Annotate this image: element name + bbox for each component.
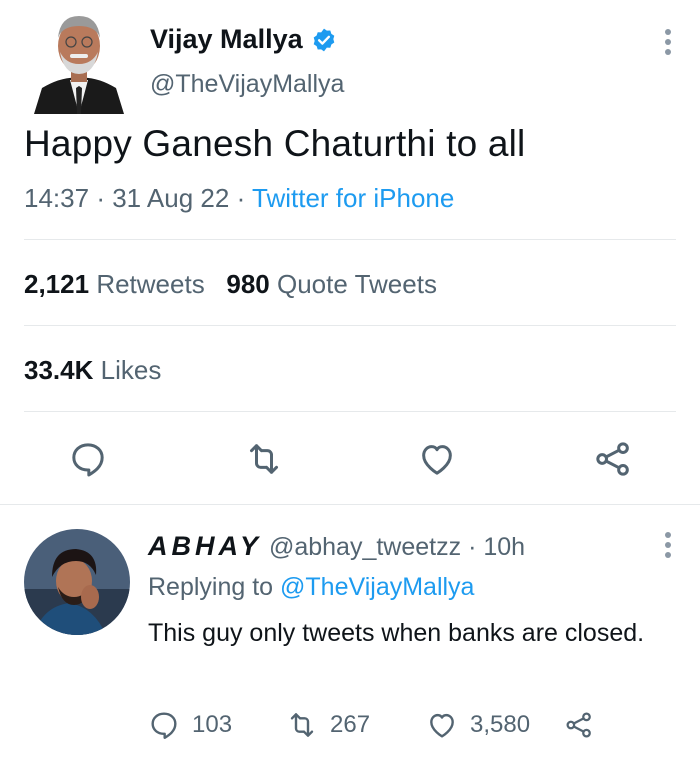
retweet-stats: 2,121 Retweets 980 Quote Tweets — [24, 269, 437, 300]
more-options-icon[interactable] — [664, 531, 672, 559]
tweet-time[interactable]: 14:37 — [24, 183, 89, 213]
author-avatar[interactable] — [32, 8, 126, 114]
quote-tweets-link[interactable]: 980 Quote Tweets — [226, 269, 437, 299]
likes-count: 33.4K — [24, 355, 94, 385]
reply-icon — [151, 712, 177, 739]
likes-label: Likes — [100, 355, 162, 385]
reply-count: 103 — [192, 711, 233, 738]
divider — [24, 239, 676, 240]
retweets-count: 2,121 — [24, 269, 90, 299]
tweet-date[interactable]: 31 Aug 22 — [112, 183, 229, 213]
retweets-link[interactable]: 2,121 Retweets — [24, 269, 205, 299]
reply-age[interactable]: 10h — [483, 533, 525, 561]
retweet-button[interactable] — [243, 438, 285, 480]
meta-separator: · — [96, 183, 105, 213]
tweet-source-link[interactable]: Twitter for iPhone — [252, 183, 454, 213]
main-tweet: Vijay Mallya @TheVijayMallya Happy Ganes… — [0, 0, 700, 505]
reply-author-name[interactable]: ABHAY — [148, 531, 262, 561]
like-icon — [430, 713, 454, 738]
retweet-count: 267 — [330, 711, 371, 738]
retweets-label: Retweets — [96, 269, 205, 299]
replying-to: Replying to @TheVijayMallya — [148, 573, 474, 602]
quote-label: Quote Tweets — [277, 269, 437, 299]
share-icon — [566, 712, 591, 738]
like-count: 3,580 — [470, 711, 531, 738]
reply-button[interactable] — [67, 438, 109, 480]
tweet-text: Happy Ganesh Chaturthi to all — [24, 123, 526, 164]
replying-to-mention[interactable]: @TheVijayMallya — [280, 573, 474, 601]
meta-separator: · — [236, 183, 246, 213]
author-name[interactable]: Vijay Mallya — [150, 24, 337, 55]
reply-text: This guy only tweets when banks are clos… — [148, 619, 645, 647]
reply-author-handle[interactable]: @abhay_tweetzz — [269, 533, 461, 561]
quote-count: 980 — [226, 269, 270, 299]
more-options-icon[interactable] — [664, 28, 672, 56]
share-icon — [596, 442, 629, 476]
like-icon — [422, 445, 452, 475]
reply-icon — [72, 443, 104, 477]
reply-share-button[interactable] — [564, 707, 594, 743]
reply-actions: 103 267 3,580 — [148, 707, 668, 743]
divider — [24, 411, 676, 412]
retweet-icon — [250, 444, 278, 474]
reply-tweet[interactable]: ABHAY @abhay_tweetzz · 10h Replying to @… — [0, 505, 700, 762]
reply-like-button[interactable]: 3,580 — [426, 707, 530, 743]
reply-separator: · — [468, 533, 477, 561]
retweet-icon — [290, 713, 314, 737]
divider — [24, 325, 676, 326]
share-button[interactable] — [592, 438, 634, 480]
reply-author-avatar[interactable] — [24, 529, 130, 635]
likes-stats[interactable]: 33.4K Likes — [24, 355, 161, 386]
tweet-actions — [0, 438, 700, 482]
tweet-meta: 14:37 · 31 Aug 22 · Twitter for iPhone — [24, 183, 454, 214]
reply-retweet-button[interactable]: 267 — [286, 707, 370, 743]
reply-header: ABHAY @abhay_tweetzz · 10h — [148, 531, 525, 562]
verified-badge-icon — [313, 28, 334, 51]
reply-reply-button[interactable]: 103 — [148, 707, 232, 743]
replying-prefix: Replying to — [148, 573, 274, 601]
author-name-text: Vijay Mallya — [150, 24, 303, 54]
like-button[interactable] — [416, 438, 458, 480]
author-handle[interactable]: @TheVijayMallya — [150, 70, 344, 99]
